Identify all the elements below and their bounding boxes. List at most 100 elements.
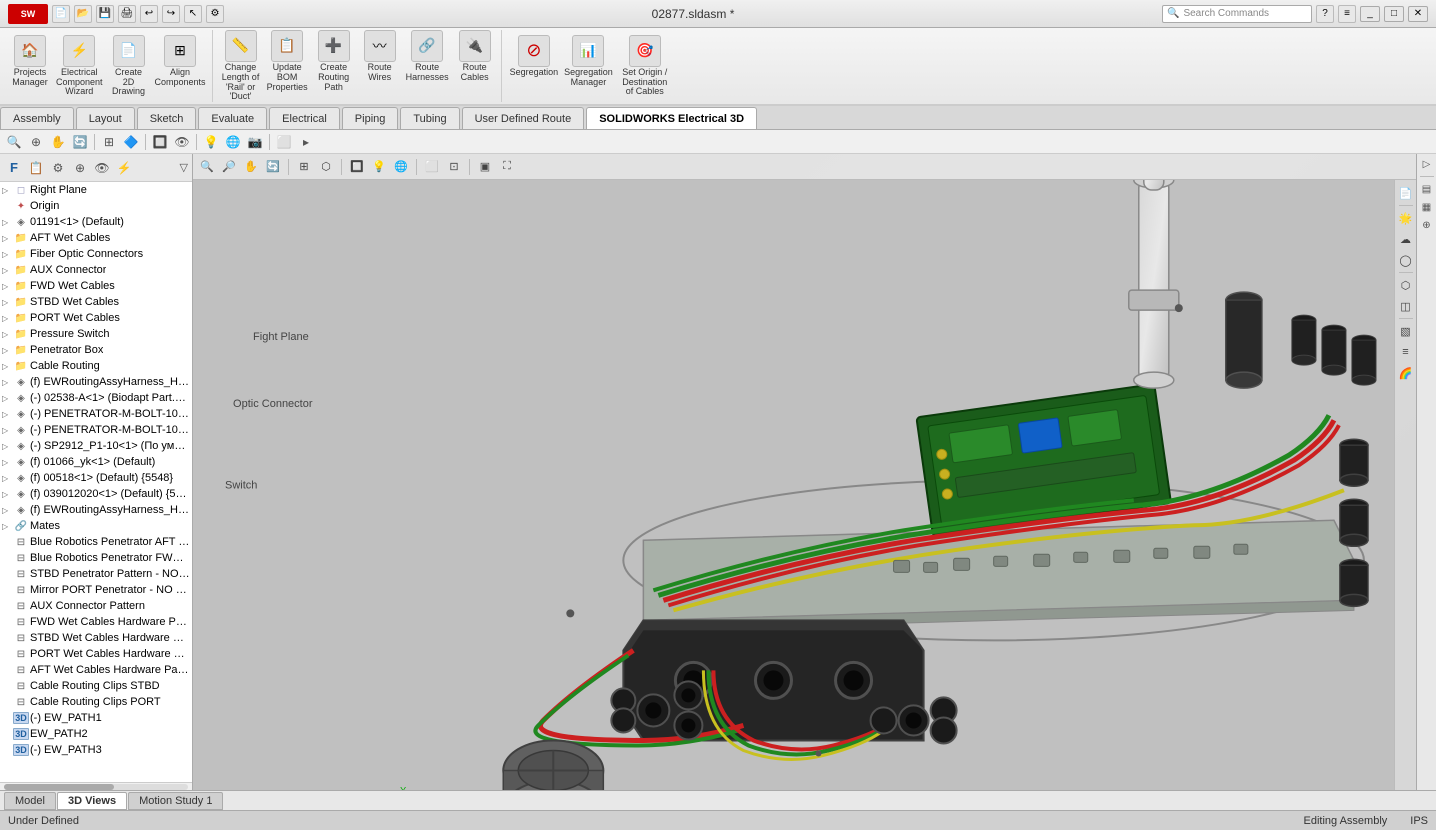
tab-sketch[interactable]: Sketch: [137, 107, 197, 129]
vp-fullscreen-icon[interactable]: ⛶: [497, 157, 517, 177]
help-button[interactable]: ?: [1316, 5, 1334, 23]
vp-zoom2-icon[interactable]: 🔎: [219, 157, 239, 177]
tab-assembly[interactable]: Assembly: [0, 107, 74, 129]
vp-lights-icon[interactable]: 💡: [369, 157, 389, 177]
tree-item-mirror-port[interactable]: ⊟ Mirror PORT Penetrator - NO WET-: [0, 582, 192, 598]
tree-item-penetrator-box[interactable]: ▷ 📁 Penetrator Box: [0, 342, 192, 358]
tree-item-cable-routing[interactable]: ▷ 📁 Cable Routing: [0, 358, 192, 374]
search-box[interactable]: 🔍 Search Commands: [1162, 5, 1312, 23]
tree-item-fwd-wet-cables[interactable]: ▷ 📁 FWD Wet Cables: [0, 278, 192, 294]
set-origin-button[interactable]: 🎯 Set Origin /Destination of Cables: [617, 33, 673, 100]
tree-item-mates[interactable]: ▷ 🔗 Mates: [0, 518, 192, 534]
tree-item-aft-hardware[interactable]: ⊟ AFT Wet Cables Hardware Pattern: [0, 662, 192, 678]
tree-item-fwd-hardware[interactable]: ⊟ FWD Wet Cables Hardware Pattern: [0, 614, 192, 630]
undo-button[interactable]: ↩: [140, 5, 158, 23]
dim-expert-tab[interactable]: ⊕: [70, 158, 90, 178]
tree-item-stbd-hardware[interactable]: ⊟ STBD Wet Cables Hardware Pattern: [0, 630, 192, 646]
tree-item-stbd-penetrator[interactable]: ⊟ STBD Penetrator Pattern - NO WET: [0, 566, 192, 582]
more-icon[interactable]: ▸: [296, 132, 316, 152]
vp-section-icon[interactable]: ⊞: [294, 157, 314, 177]
tree-item-aft-wet-cables[interactable]: ▷ 📁 AFT Wet Cables: [0, 230, 192, 246]
print-button[interactable]: 🖨: [118, 5, 136, 23]
view-orientation-icon[interactable]: 🔷: [121, 132, 141, 152]
vp-rt-ambient-icon[interactable]: ◯: [1397, 251, 1415, 269]
feature-tree[interactable]: ▷ ◻ Right Plane ✦ Origin ▷ ◈ 01191<1> (D…: [0, 182, 192, 782]
tree-item-port-hardware[interactable]: ⊟ PORT Wet Cables Hardware Mirror: [0, 646, 192, 662]
3d-viewport[interactable]: 🔍 🔎 ✋ 🔄 ⊞ ⬡ 🔲 💡 🌐 ⬜ ⊡ ▣ ⛶: [193, 154, 1416, 790]
hscroll-track[interactable]: [4, 784, 188, 790]
create-routing-path-button[interactable]: ➕ CreateRoutingPath: [312, 28, 356, 105]
vp-display-icon[interactable]: 🔲: [347, 157, 367, 177]
vp-rt-realview-icon[interactable]: 🌟: [1397, 209, 1415, 227]
vp-rotate-icon[interactable]: 🔄: [263, 157, 283, 177]
tree-item-00518[interactable]: ▷ ◈ (f) 00518<1> (Default) {5548}: [0, 470, 192, 486]
projects-manager-button[interactable]: 🏠 ProjectsManager: [8, 33, 52, 100]
tree-item-fiber-optic[interactable]: ▷ 📁 Fiber Optic Connectors: [0, 246, 192, 262]
new-button[interactable]: 📄: [52, 5, 70, 23]
update-bom-button[interactable]: 📋 UpdateBOMProperties: [265, 28, 310, 105]
options2-button[interactable]: ≡: [1338, 5, 1356, 23]
route-harnesses-button[interactable]: 🔗 RouteHarnesses: [404, 28, 451, 105]
tree-item-01066[interactable]: ▷ ◈ (f) 01066_yk<1> (Default): [0, 454, 192, 470]
electrical-manager-tab[interactable]: ⚡: [114, 158, 134, 178]
camera-icon[interactable]: 📷: [245, 132, 265, 152]
tab-solidworks-electrical-3d[interactable]: SOLIDWORKS Electrical 3D: [586, 107, 757, 129]
create-2d-drawing-button[interactable]: 📄 Create2DDrawing: [107, 33, 151, 100]
tree-item-ew-path3[interactable]: 3D (-) EW_PATH3: [0, 742, 192, 758]
tree-item-ewrouting-h3[interactable]: ▷ ◈ (f) EWRoutingAssyHarness_H3]375-: [0, 502, 192, 518]
vp-pan-icon[interactable]: ✋: [241, 157, 261, 177]
tab-layout[interactable]: Layout: [76, 107, 135, 129]
route-wires-button[interactable]: 〰 RouteWires: [358, 28, 402, 105]
bot-tab-motion-study[interactable]: Motion Study 1: [128, 792, 223, 810]
electrical-component-wizard-button[interactable]: ⚡ ElectricalComponentWizard: [54, 33, 105, 100]
tab-tubing[interactable]: Tubing: [400, 107, 459, 129]
segregation-button[interactable]: ⊘ Segregation: [508, 33, 561, 100]
tree-item-stbd-wet-cables[interactable]: ▷ 📁 STBD Wet Cables: [0, 294, 192, 310]
hide-show-icon[interactable]: 👁: [172, 132, 192, 152]
tree-item-039012020[interactable]: ▷ ◈ (f) 039012020<1> (Default) {5781}: [0, 486, 192, 502]
tree-item-aux-connector[interactable]: ▷ 📁 AUX Connector: [0, 262, 192, 278]
rp-icon-1[interactable]: ▤: [1419, 181, 1435, 197]
tree-item-origin[interactable]: ✦ Origin: [0, 198, 192, 214]
lights-icon[interactable]: 💡: [201, 132, 221, 152]
property-manager-tab[interactable]: 📋: [26, 158, 46, 178]
tree-item-cable-routing-stbd[interactable]: ⊟ Cable Routing Clips STBD: [0, 678, 192, 694]
minimize-button[interactable]: _: [1360, 6, 1380, 22]
vp-rt-appearance-icon[interactable]: 📄: [1397, 184, 1415, 202]
vp-rt-zebra-icon[interactable]: ≡: [1397, 343, 1415, 361]
rp-icon-3[interactable]: ⊕: [1419, 217, 1435, 233]
vp-orientation-icon[interactable]: ⬡: [316, 157, 336, 177]
zoom-to-fit-icon[interactable]: 🔍: [4, 132, 24, 152]
options-button[interactable]: ⚙: [206, 5, 224, 23]
tree-item-penetrator-m-bolt-2[interactable]: ▷ ◈ (-) PENETRATOR-M-BOLT-10-25-A: [0, 422, 192, 438]
redo-button[interactable]: ↪: [162, 5, 180, 23]
vp-expand-icon[interactable]: ⊡: [444, 157, 464, 177]
tree-item-ew-path2[interactable]: 3D EW_PATH2: [0, 726, 192, 742]
tree-item-ewrouting-h2[interactable]: ▷ ◈ (f) EWRoutingAssyHarness_H2_357: [0, 374, 192, 390]
view-settings-icon[interactable]: ⬜: [274, 132, 294, 152]
vp-rt-curvature-icon[interactable]: 🌈: [1397, 364, 1415, 382]
hscroll-thumb[interactable]: [4, 784, 114, 790]
vp-rt-perspective-icon[interactable]: ⬡: [1397, 276, 1415, 294]
save-button[interactable]: 💾: [96, 5, 114, 23]
tree-item-port-wet-cables[interactable]: ▷ 📁 PORT Wet Cables: [0, 310, 192, 326]
rp-icon-2[interactable]: ▦: [1419, 199, 1435, 215]
vp-rt-section-icon[interactable]: ◫: [1397, 297, 1415, 315]
change-length-button[interactable]: 📏 ChangeLength of'Rail' or'Duct': [219, 28, 263, 105]
tab-user-defined-route[interactable]: User Defined Route: [462, 107, 585, 129]
bot-tab-3dviews[interactable]: 3D Views: [57, 792, 127, 810]
feature-manager-tab[interactable]: F: [4, 158, 24, 178]
tree-item-01191[interactable]: ▷ ◈ 01191<1> (Default): [0, 214, 192, 230]
left-panel-horizontal-scrollbar[interactable]: [0, 782, 192, 790]
section-view-icon[interactable]: ⊞: [99, 132, 119, 152]
tree-item-blue-robotics-aft[interactable]: ⊟ Blue Robotics Penetrator AFT - NO: [0, 534, 192, 550]
vp-settings-icon[interactable]: ⬜: [422, 157, 442, 177]
open-button[interactable]: 📂: [74, 5, 92, 23]
route-cables-button[interactable]: 🔌 RouteCables: [453, 28, 497, 105]
pan-icon[interactable]: ✋: [48, 132, 68, 152]
tree-item-right-plane[interactable]: ▷ ◻ Right Plane: [0, 182, 192, 198]
tab-piping[interactable]: Piping: [342, 107, 399, 129]
vp-scene-icon[interactable]: 🌐: [391, 157, 411, 177]
rp-expand-icon[interactable]: ▷: [1419, 156, 1435, 172]
vp-rt-shadows-icon[interactable]: ☁: [1397, 230, 1415, 248]
